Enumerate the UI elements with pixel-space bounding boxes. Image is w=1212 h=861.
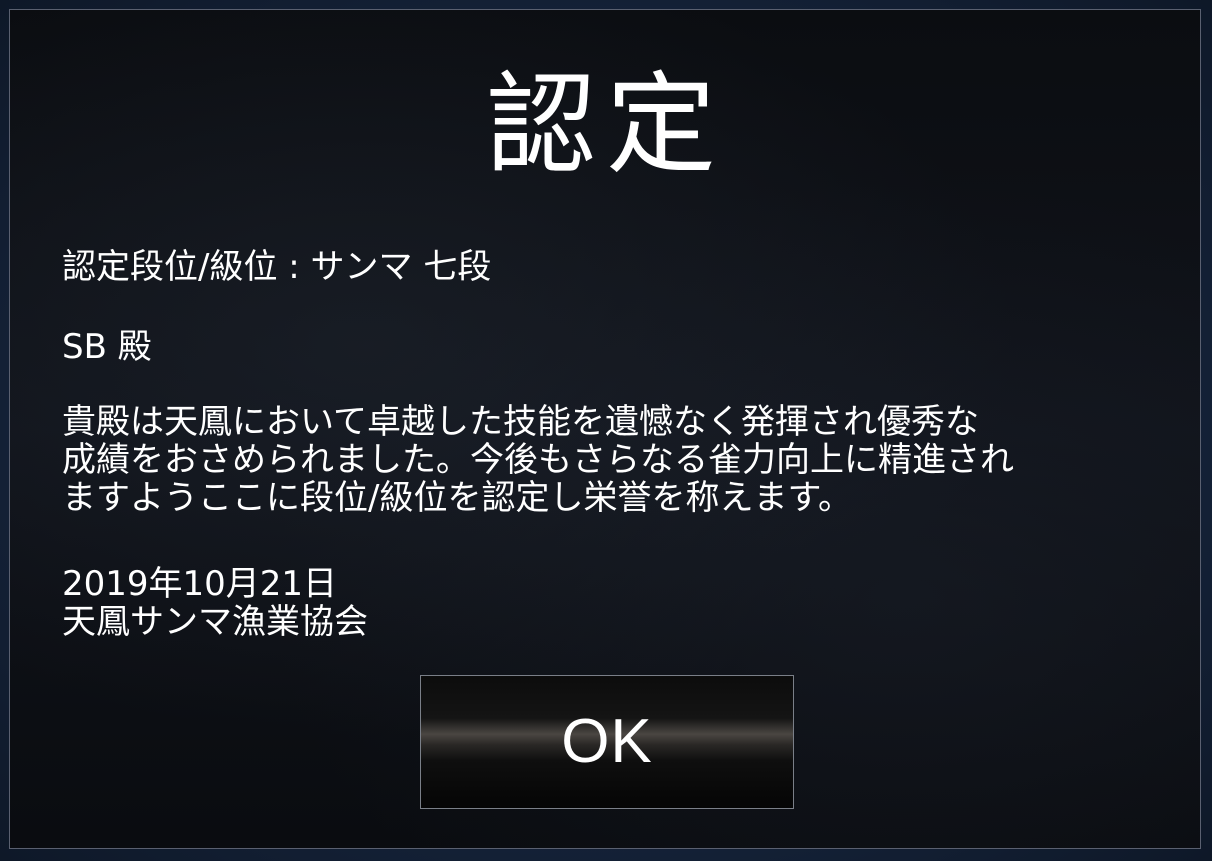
message-line: ますようここに段位/級位を認定し栄誉を称えます。 xyxy=(62,478,853,518)
issuing-organization: 天鳳サンマ漁業協会 xyxy=(62,602,368,642)
page-background: 認定 認定段位/級位 : サンマ 七段 SB 殿 貴殿は天鳳において卓越した技能… xyxy=(0,0,1212,861)
ok-button[interactable]: OK xyxy=(420,675,794,809)
dialog-title: 認定 xyxy=(486,61,726,189)
message-line: 貴殿は天鳳において卓越した技能を遺憾なく発揮され優秀な xyxy=(62,402,979,442)
ok-button-label: OK xyxy=(561,707,653,776)
certification-dialog: 認定 認定段位/級位 : サンマ 七段 SB 殿 貴殿は天鳳において卓越した技能… xyxy=(9,9,1201,849)
certificate-date: 2019年10月21日 xyxy=(62,564,338,604)
certificate-message: 貴殿は天鳳において卓越した技能を遺憾なく発揮され優秀な 成績をおさめられました。… xyxy=(62,403,1162,517)
recipient-line: SB 殿 xyxy=(62,327,152,367)
rank-line: 認定段位/級位 : サンマ 七段 xyxy=(62,247,492,287)
message-line: 成績をおさめられました。今後もさらなる雀力向上に精進され xyxy=(62,440,1014,480)
